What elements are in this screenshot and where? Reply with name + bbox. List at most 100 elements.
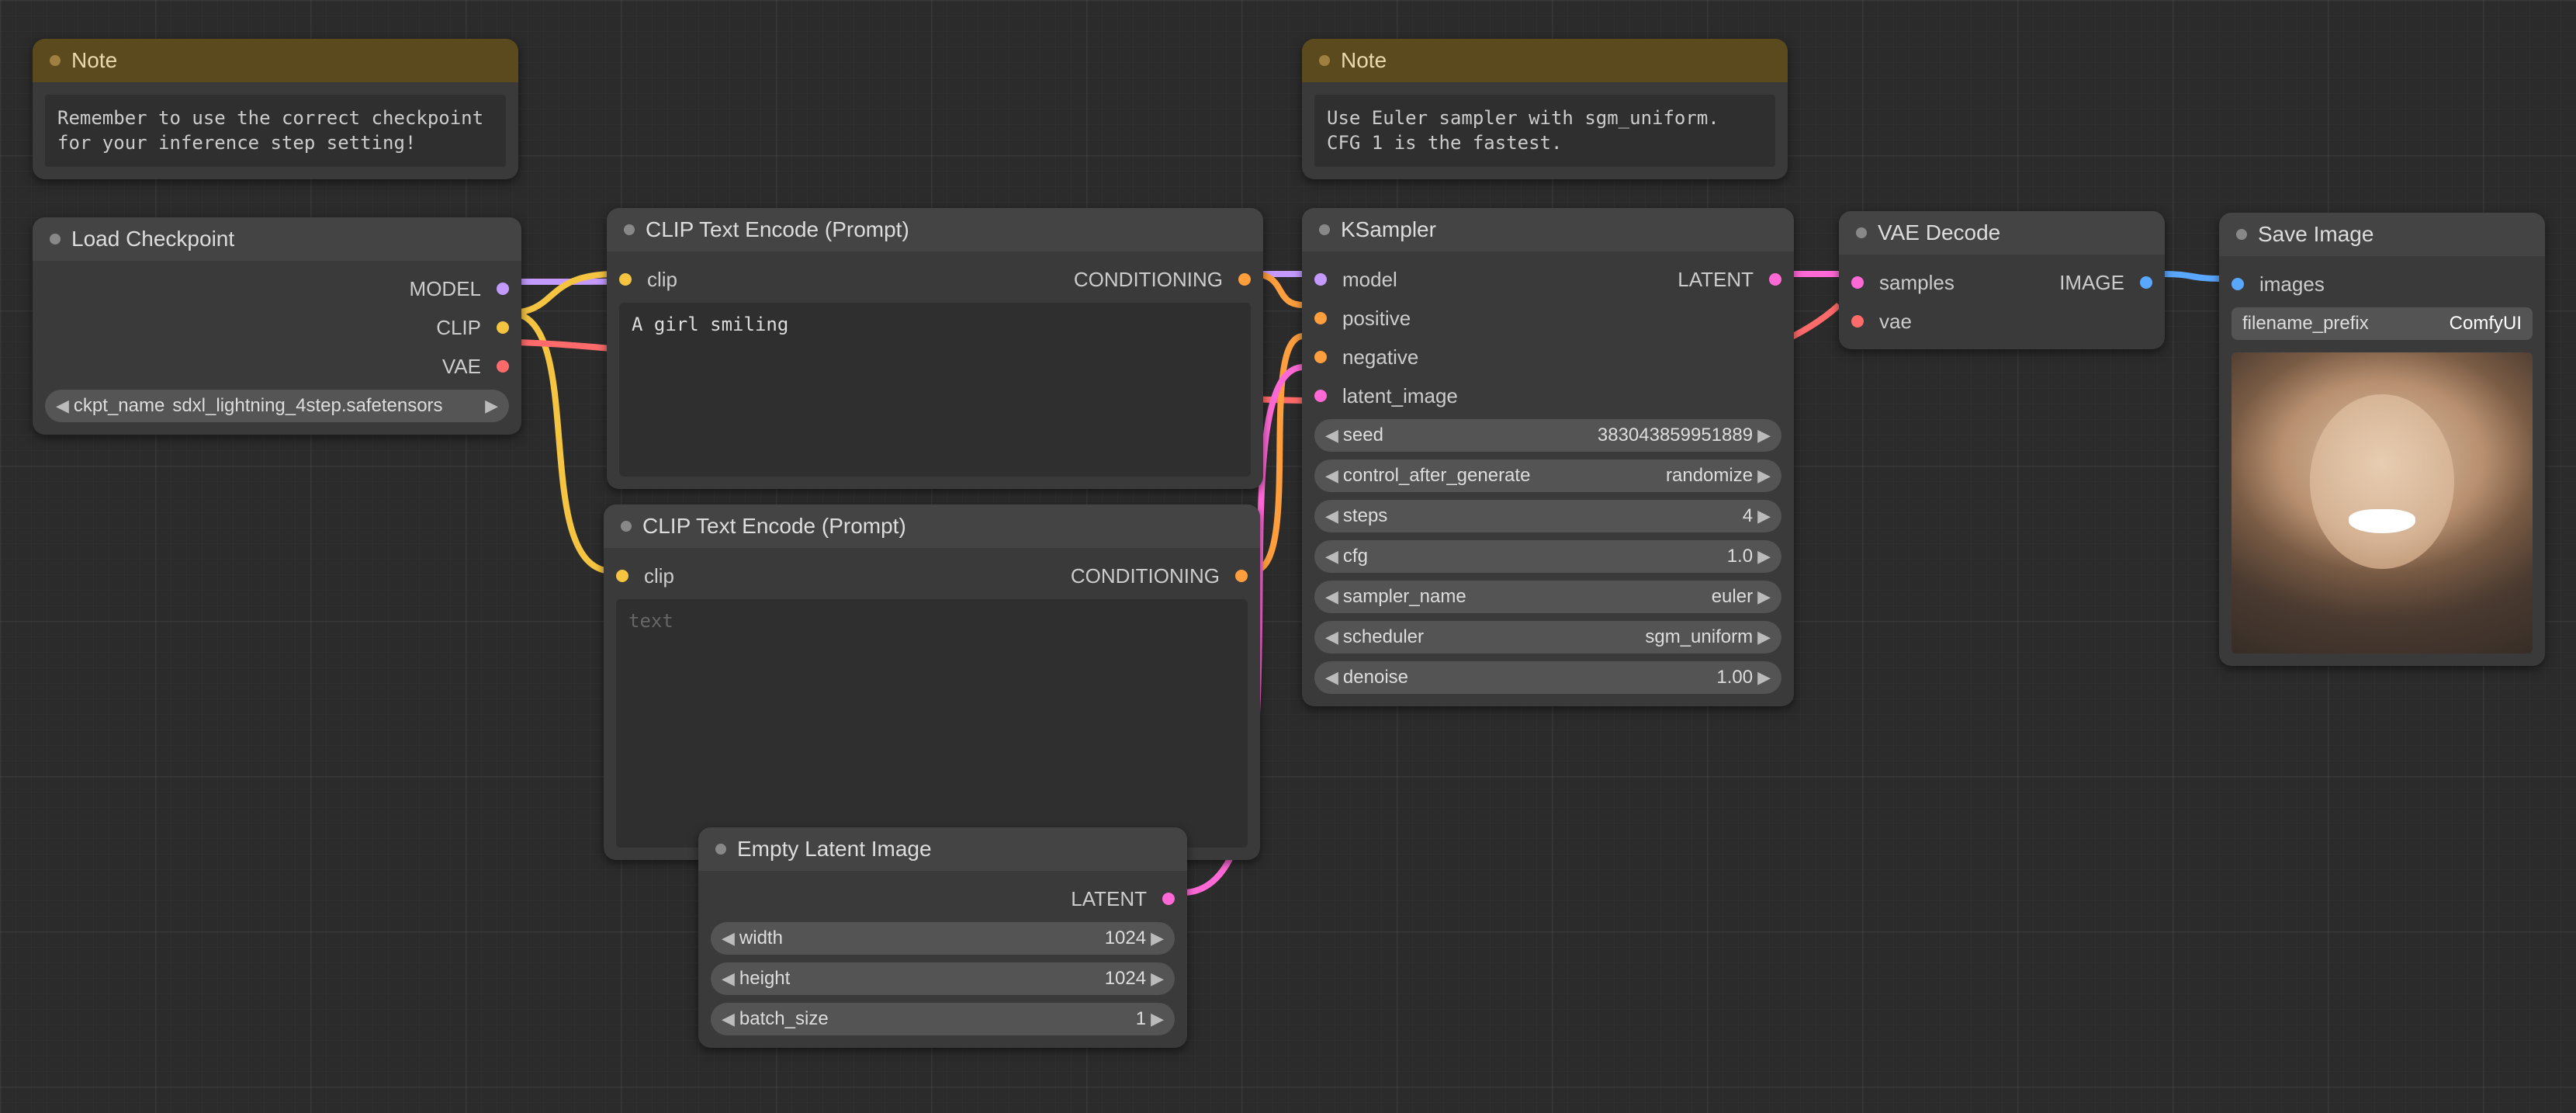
collapse-dot-icon[interactable] — [2236, 229, 2247, 240]
node-header[interactable]: Note — [33, 39, 518, 82]
collapse-dot-icon[interactable] — [624, 224, 635, 235]
chevron-left-icon[interactable]: ◀ — [1325, 587, 1338, 607]
note-text[interactable]: Use Euler sampler with sgm_uniform. CFG … — [1314, 95, 1775, 167]
load-checkpoint-node[interactable]: Load Checkpoint MODEL CLIP VAE ◀ ckpt_na… — [33, 217, 521, 435]
output-label: CONDITIONING — [1071, 564, 1220, 588]
widget-value: euler — [1471, 586, 1753, 608]
note-node-2[interactable]: Note Use Euler sampler with sgm_uniform.… — [1302, 39, 1788, 179]
widget-label: height — [739, 968, 790, 990]
chevron-left-icon[interactable]: ◀ — [722, 1009, 735, 1029]
latent-output-port[interactable] — [1162, 893, 1175, 905]
chevron-right-icon[interactable]: ▶ — [1757, 506, 1771, 526]
control-after-generate-widget[interactable]: ◀ control_after_generate randomize ▶ — [1314, 459, 1781, 492]
chevron-right-icon[interactable]: ▶ — [1757, 587, 1771, 607]
chevron-right-icon[interactable]: ▶ — [1757, 425, 1771, 446]
clip-input-port[interactable] — [616, 570, 628, 582]
chevron-right-icon[interactable]: ▶ — [1151, 1009, 1164, 1029]
chevron-right-icon[interactable]: ▶ — [485, 396, 498, 416]
widget-value: 1024 — [795, 968, 1146, 990]
widget-label: scheduler — [1343, 626, 1424, 648]
collapse-dot-icon[interactable] — [621, 521, 632, 532]
io-row: clip CONDITIONING — [619, 264, 1251, 295]
node-title: Note — [1341, 48, 1387, 73]
chevron-left-icon[interactable]: ◀ — [1325, 627, 1338, 647]
clip-input-port[interactable] — [619, 273, 632, 286]
clip-text-encode-positive-node[interactable]: CLIP Text Encode (Prompt) clip CONDITION… — [607, 208, 1263, 489]
output-image-preview[interactable] — [2231, 352, 2533, 654]
note-text[interactable]: Remember to use the correct checkpoint f… — [45, 95, 506, 167]
chevron-right-icon[interactable]: ▶ — [1757, 546, 1771, 567]
node-header[interactable]: Note — [1302, 39, 1788, 82]
filename-prefix-widget[interactable]: filename_prefix ComfyUI — [2231, 307, 2533, 340]
conditioning-output-port[interactable] — [1238, 273, 1251, 286]
note-node-1[interactable]: Note Remember to use the correct checkpo… — [33, 39, 518, 179]
collapse-dot-icon[interactable] — [1319, 55, 1330, 66]
collapse-dot-icon[interactable] — [715, 844, 726, 855]
collapse-dot-icon[interactable] — [1856, 227, 1867, 238]
node-graph-canvas[interactable]: Note Remember to use the correct checkpo… — [0, 0, 2576, 1113]
collapse-dot-icon[interactable] — [1319, 224, 1330, 235]
chevron-right-icon[interactable]: ▶ — [1151, 928, 1164, 948]
node-header[interactable]: CLIP Text Encode (Prompt) — [607, 208, 1263, 251]
vae-input-port[interactable] — [1851, 315, 1864, 328]
seed-widget[interactable]: ◀ seed 383043859951889 ▶ — [1314, 419, 1781, 452]
widget-label: width — [739, 928, 783, 949]
prompt-text-input[interactable]: A girl smiling — [619, 303, 1251, 477]
sampler-name-widget[interactable]: ◀ sampler_name euler ▶ — [1314, 581, 1781, 613]
clip-output-port[interactable] — [497, 321, 509, 334]
model-output-port[interactable] — [497, 283, 509, 295]
height-widget[interactable]: ◀ height 1024 ▶ — [711, 962, 1175, 995]
chevron-left-icon[interactable]: ◀ — [56, 396, 69, 416]
node-header[interactable]: KSampler — [1302, 208, 1794, 251]
chevron-right-icon[interactable]: ▶ — [1151, 969, 1164, 989]
width-widget[interactable]: ◀ width 1024 ▶ — [711, 922, 1175, 955]
node-title: Note — [71, 48, 117, 73]
node-header[interactable]: Empty Latent Image — [698, 827, 1187, 871]
node-header[interactable]: VAE Decode — [1839, 211, 2165, 255]
widget-label: cfg — [1343, 546, 1368, 567]
input-row-latent: latent_image — [1314, 380, 1781, 411]
node-header[interactable]: Save Image — [2219, 213, 2545, 256]
node-header[interactable]: CLIP Text Encode (Prompt) — [604, 504, 1260, 548]
node-title: Save Image — [2258, 222, 2373, 247]
latent-image-input-port[interactable] — [1314, 390, 1327, 402]
widget-label: batch_size — [739, 1008, 829, 1030]
model-input-port[interactable] — [1314, 273, 1327, 286]
widget-label: steps — [1343, 505, 1387, 527]
prompt-text-input[interactable]: text — [616, 599, 1248, 848]
chevron-left-icon[interactable]: ◀ — [1325, 466, 1338, 486]
chevron-left-icon[interactable]: ◀ — [722, 969, 735, 989]
batch-size-widget[interactable]: ◀ batch_size 1 ▶ — [711, 1003, 1175, 1035]
chevron-right-icon[interactable]: ▶ — [1757, 627, 1771, 647]
empty-latent-image-node[interactable]: Empty Latent Image LATENT ◀ width 1024 ▶… — [698, 827, 1187, 1048]
chevron-left-icon[interactable]: ◀ — [1325, 667, 1338, 688]
clip-text-encode-negative-node[interactable]: CLIP Text Encode (Prompt) clip CONDITION… — [604, 504, 1260, 860]
output-label: CLIP — [436, 316, 481, 340]
collapse-dot-icon[interactable] — [50, 234, 61, 244]
images-input-port[interactable] — [2231, 278, 2244, 290]
chevron-left-icon[interactable]: ◀ — [1325, 546, 1338, 567]
collapse-dot-icon[interactable] — [50, 55, 61, 66]
ckpt-name-selector[interactable]: ◀ ckpt_name sdxl_lightning_4step.safeten… — [45, 390, 509, 422]
vae-decode-node[interactable]: VAE Decode samples IMAGE vae — [1839, 211, 2165, 349]
chevron-left-icon[interactable]: ◀ — [722, 928, 735, 948]
image-output-port[interactable] — [2140, 276, 2152, 289]
denoise-widget[interactable]: ◀ denoise 1.00 ▶ — [1314, 661, 1781, 694]
vae-output-port[interactable] — [497, 360, 509, 373]
save-image-node[interactable]: Save Image images filename_prefix ComfyU… — [2219, 213, 2545, 666]
chevron-right-icon[interactable]: ▶ — [1757, 466, 1771, 486]
samples-input-port[interactable] — [1851, 276, 1864, 289]
conditioning-output-port[interactable] — [1235, 570, 1248, 582]
cfg-widget[interactable]: ◀ cfg 1.0 ▶ — [1314, 540, 1781, 573]
widget-value: 4 — [1392, 505, 1753, 527]
negative-input-port[interactable] — [1314, 351, 1327, 363]
scheduler-widget[interactable]: ◀ scheduler sgm_uniform ▶ — [1314, 621, 1781, 654]
positive-input-port[interactable] — [1314, 312, 1327, 324]
steps-widget[interactable]: ◀ steps 4 ▶ — [1314, 500, 1781, 532]
chevron-left-icon[interactable]: ◀ — [1325, 506, 1338, 526]
node-header[interactable]: Load Checkpoint — [33, 217, 521, 261]
chevron-left-icon[interactable]: ◀ — [1325, 425, 1338, 446]
chevron-right-icon[interactable]: ▶ — [1757, 667, 1771, 688]
latent-output-port[interactable] — [1769, 273, 1781, 286]
ksampler-node[interactable]: KSampler model LATENT positive negative … — [1302, 208, 1794, 706]
